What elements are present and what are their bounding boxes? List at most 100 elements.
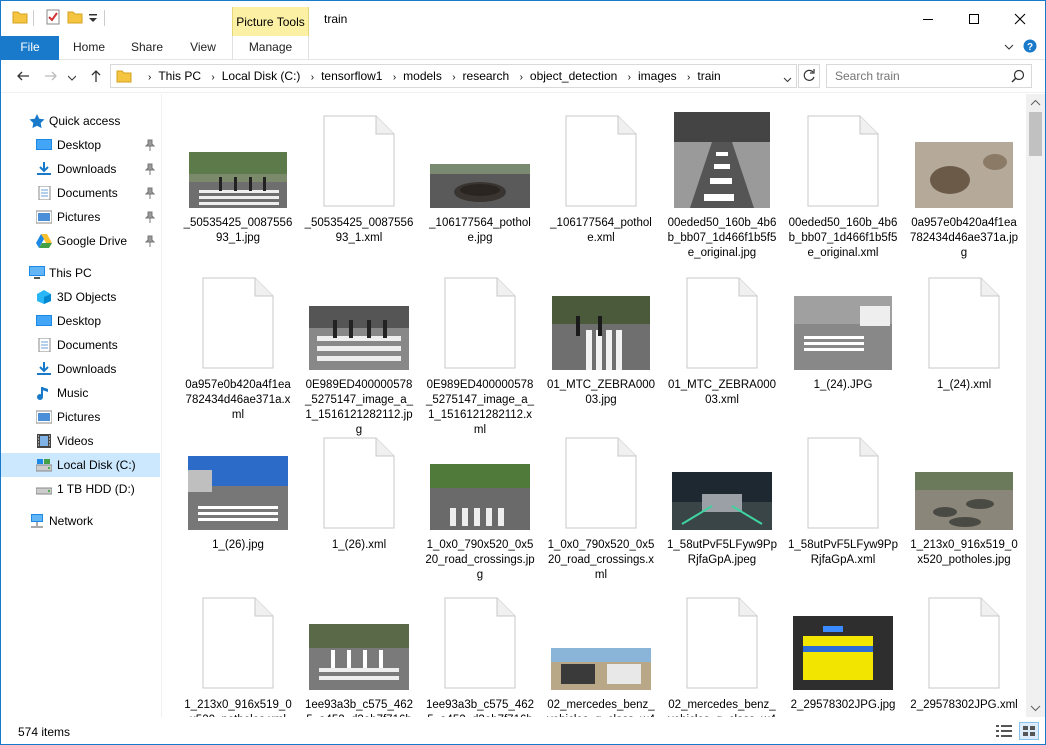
- pin-icon[interactable]: [145, 139, 155, 151]
- pin-icon[interactable]: [145, 163, 155, 175]
- recent-locations-button[interactable]: [67, 71, 77, 85]
- file-item[interactable]: _50535425_008755693_1.jpg: [183, 102, 293, 252]
- file-item[interactable]: 1_(26).jpg: [183, 424, 293, 574]
- breadcrumb-object-detection[interactable]: object_detection: [530, 69, 617, 83]
- image-thumbnail: [909, 110, 1019, 212]
- address-dropdown-icon[interactable]: [783, 73, 792, 87]
- file-item[interactable]: 0a957e0b420a4f1ea782434d46ae371a.xml: [183, 264, 293, 421]
- search-icon[interactable]: [1011, 69, 1025, 86]
- sidebar-item-pictures-pc[interactable]: Pictures: [1, 405, 160, 429]
- file-item[interactable]: 1ee93a3b_c575_4625_a452_d3eb7f716b2: [425, 584, 535, 717]
- search-box[interactable]: [826, 64, 1032, 88]
- scrollbar-thumb[interactable]: [1029, 112, 1042, 156]
- file-item[interactable]: 1_58utPvF5LFyw9PpRjfaGpA.jpeg: [667, 424, 777, 574]
- back-arrow-icon: [17, 71, 29, 81]
- desktop-icon: [36, 139, 52, 150]
- file-item[interactable]: 1_(24).xml: [909, 264, 1019, 414]
- file-item[interactable]: 1ee93a3b_c575_4625_a452_d3eb7f716b2: [304, 584, 414, 717]
- sidebar-item-documents[interactable]: Documents: [1, 181, 160, 205]
- close-button[interactable]: [997, 1, 1043, 36]
- sidebar-item-google-drive[interactable]: Google Drive: [1, 229, 160, 253]
- large-icons-view-button[interactable]: [1019, 722, 1039, 740]
- image-thumbnail: [304, 592, 414, 694]
- sidebar-item-desktop-pc[interactable]: Desktop: [1, 309, 160, 333]
- sidebar-item-quick-access[interactable]: Quick access: [1, 109, 160, 133]
- file-item[interactable]: 1_58utPvF5LFyw9PpRjfaGpA.xml: [788, 424, 898, 574]
- sidebar-item-local-disk[interactable]: Local Disk (C:): [1, 453, 160, 477]
- up-button[interactable]: [88, 68, 104, 87]
- sidebar-item-desktop[interactable]: Desktop: [1, 133, 160, 157]
- file-item[interactable]: 1_0x0_790x520_0x520_road_crossings.xml: [546, 424, 656, 581]
- tab-view[interactable]: View: [178, 36, 228, 60]
- breadcrumb-research[interactable]: research: [463, 69, 510, 83]
- properties-icon[interactable]: [45, 9, 61, 29]
- tab-home[interactable]: Home: [64, 36, 114, 60]
- sidebar-item-label: Network: [49, 514, 94, 528]
- file-item[interactable]: 1_213x0_916x519_0x520_potholes.jpg: [909, 424, 1019, 574]
- sidebar-item-this-pc[interactable]: This PC: [1, 261, 160, 285]
- sidebar-item-hdd[interactable]: 1 TB HDD (D:): [1, 477, 160, 501]
- document-file-icon: [909, 592, 1019, 694]
- sidebar-item-label: 3D Objects: [57, 290, 117, 304]
- file-item[interactable]: 2_29578302JPG.jpg: [788, 584, 898, 717]
- vertical-scrollbar[interactable]: [1026, 94, 1045, 717]
- file-item[interactable]: 1_0x0_790x520_0x520_road_crossings.jpg: [425, 424, 535, 581]
- refresh-icon: [803, 69, 815, 81]
- file-item[interactable]: _106177564_pothole.xml: [546, 102, 656, 252]
- scroll-down-icon[interactable]: [1026, 701, 1045, 715]
- breadcrumb-local-disk[interactable]: Local Disk (C:): [222, 69, 301, 83]
- help-icon[interactable]: ?: [1023, 39, 1037, 56]
- sidebar-item-music[interactable]: Music: [1, 381, 160, 405]
- sidebar-item-label: Google Drive: [57, 234, 128, 248]
- expand-ribbon-icon[interactable]: [1004, 41, 1014, 55]
- file-item[interactable]: 01_MTC_ZEBRA00003.xml: [667, 264, 777, 414]
- file-item[interactable]: _50535425_008755693_1.xml: [304, 102, 414, 252]
- pin-icon[interactable]: [145, 187, 155, 199]
- pictures-icon: [36, 410, 52, 424]
- maximize-button[interactable]: [951, 1, 997, 36]
- file-item[interactable]: 01_MTC_ZEBRA00003.jpg: [546, 264, 656, 414]
- customize-quick-access-icon[interactable]: [88, 13, 98, 33]
- file-item[interactable]: 00eded50_160b_4b6b_bb07_1d466f1b5f5e_ori…: [667, 102, 777, 259]
- scroll-up-icon[interactable]: [1026, 96, 1045, 110]
- refresh-button[interactable]: [798, 64, 820, 88]
- file-item[interactable]: _106177564_pothole.jpg: [425, 102, 535, 252]
- breadcrumb-tensorflow1[interactable]: tensorflow1: [321, 69, 382, 83]
- sidebar-item-downloads[interactable]: Downloads: [1, 157, 160, 181]
- tab-share[interactable]: Share: [122, 36, 172, 60]
- file-item[interactable]: 0a957e0b420a4f1ea782434d46ae371a.jpg: [909, 102, 1019, 259]
- file-item[interactable]: 0E989ED400000578_5275147_image_a_1_15161…: [304, 264, 414, 436]
- new-folder-icon[interactable]: [67, 9, 83, 29]
- file-item[interactable]: 0E989ED400000578_5275147_image_a_1_15161…: [425, 264, 535, 436]
- breadcrumb-train[interactable]: train: [697, 69, 720, 83]
- tab-manage[interactable]: Manage: [232, 36, 309, 60]
- sidebar-item-3d-objects[interactable]: 3D Objects: [1, 285, 160, 309]
- search-input[interactable]: [835, 68, 1005, 84]
- file-item[interactable]: 00eded50_160b_4b6b_bb07_1d466f1b5f5e_ori…: [788, 102, 898, 259]
- item-count: 574 items: [18, 725, 71, 739]
- file-item[interactable]: 02_mercedes_benz_vehicles_g_class_w4: [667, 584, 777, 717]
- document-file-icon: [444, 277, 516, 369]
- sidebar-item-documents-pc[interactable]: Documents: [1, 333, 160, 357]
- breadcrumb-images[interactable]: images: [638, 69, 677, 83]
- sidebar-item-pictures[interactable]: Pictures: [1, 205, 160, 229]
- back-button[interactable]: [15, 68, 31, 87]
- forward-button[interactable]: [43, 68, 59, 87]
- sidebar-item-downloads-pc[interactable]: Downloads: [1, 357, 160, 381]
- breadcrumb-this-pc[interactable]: This PC: [158, 69, 201, 83]
- sidebar-item-network[interactable]: Network: [1, 509, 160, 533]
- minimize-button[interactable]: [905, 1, 951, 36]
- file-item[interactable]: 2_29578302JPG.xml: [909, 584, 1019, 717]
- file-item[interactable]: 1_213x0_916x519_0x520_potholes.xml: [183, 584, 293, 717]
- file-item[interactable]: 02_mercedes_benz_vehicles_g_class_w4: [546, 584, 656, 717]
- file-item[interactable]: 1_(24).JPG: [788, 264, 898, 414]
- sidebar-item-videos[interactable]: Videos: [1, 429, 160, 453]
- pin-icon[interactable]: [145, 235, 155, 247]
- details-view-icon[interactable]: [996, 724, 1012, 741]
- document-file-icon: [202, 277, 274, 369]
- file-item[interactable]: 1_(26).xml: [304, 424, 414, 574]
- pin-icon[interactable]: [145, 211, 155, 223]
- breadcrumb-models[interactable]: models: [403, 69, 442, 83]
- address-box[interactable]: › This PC › Local Disk (C:) › tensorflow1 ›…: [110, 64, 797, 88]
- tab-file[interactable]: File: [1, 36, 59, 60]
